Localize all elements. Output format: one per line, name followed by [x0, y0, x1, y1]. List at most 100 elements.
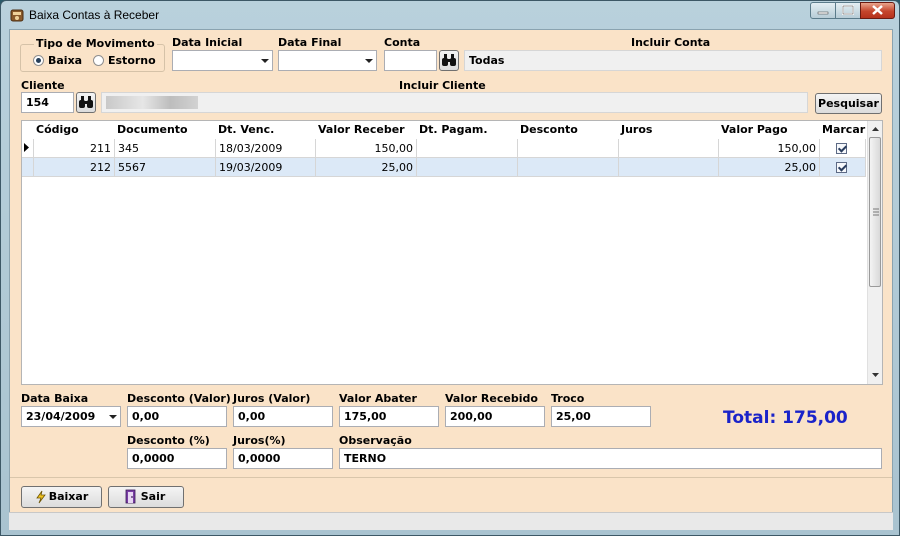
baixar-button[interactable]: Baixar [21, 486, 102, 508]
juros-pct-label: Juros(%) [233, 434, 286, 447]
divider [10, 477, 892, 478]
data-baixa-label: Data Baixa [21, 392, 89, 405]
sair-button[interactable]: Sair [108, 486, 184, 508]
desconto-pct-input[interactable]: 0,0000 [127, 448, 227, 469]
col-juros[interactable]: Juros [621, 123, 652, 136]
cell-documento[interactable]: 345 [115, 139, 216, 158]
valor-abater-input[interactable]: 175,00 [339, 406, 439, 427]
col-dt-venc[interactable]: Dt. Venc. [218, 123, 274, 136]
scroll-thumb[interactable] [869, 137, 881, 287]
binoculars-icon [79, 96, 93, 108]
minimize-button[interactable] [810, 2, 836, 19]
incluir-cliente-field[interactable] [101, 92, 808, 113]
radio-estorno-label[interactable]: Estorno [108, 54, 156, 67]
radio-estorno[interactable] [93, 55, 104, 66]
grip-icon [873, 208, 879, 216]
col-documento[interactable]: Documento [117, 123, 188, 136]
cell-marcar [820, 139, 866, 158]
data-inicial-label: Data Inicial [172, 36, 243, 49]
juros-pct-input[interactable]: 0,0000 [233, 448, 333, 469]
observacao-label: Observação [339, 434, 412, 447]
row-indicator [22, 158, 34, 177]
col-dt-pagam[interactable]: Dt. Pagam. [419, 123, 488, 136]
cell-valor-receber[interactable]: 150,00 [316, 139, 417, 158]
maximize-button[interactable] [835, 2, 861, 19]
radio-baixa[interactable] [33, 55, 44, 66]
cell-desconto[interactable] [518, 139, 619, 158]
juros-valor-input[interactable]: 0,00 [233, 406, 333, 427]
valor-recebido-input[interactable]: 200,00 [445, 406, 545, 427]
cell-marcar [820, 158, 866, 177]
chevron-down-icon [261, 59, 269, 63]
conta-label: Conta [384, 36, 421, 49]
contas-grid[interactable]: Código Documento Dt. Venc. Valor Receber… [21, 120, 883, 385]
baixar-label: Baixar [48, 490, 89, 503]
status-bar [9, 512, 893, 530]
valor-abater-label: Valor Abater [339, 392, 417, 405]
row-indicator [22, 139, 34, 158]
chevron-down-icon [365, 59, 373, 63]
pesquisar-button[interactable]: Pesquisar [815, 93, 882, 114]
cell-dt-pagam[interactable] [417, 139, 518, 158]
marcar-checkbox[interactable] [836, 162, 847, 173]
sair-label: Sair [140, 490, 166, 503]
window-title: Baixa Contas à Receber [29, 8, 160, 22]
desconto-valor-label: Desconto (Valor) [127, 392, 231, 405]
troco-input[interactable]: 25,00 [551, 406, 651, 427]
maximize-icon [842, 5, 854, 15]
troco-label: Troco [551, 392, 585, 405]
scroll-down-icon[interactable] [869, 369, 882, 381]
col-marcar[interactable]: Marcar [822, 123, 865, 136]
current-row-arrow-icon [24, 143, 29, 152]
tipo-movimento-label: Tipo de Movimento [34, 37, 157, 50]
grid-header: Código Documento Dt. Venc. Valor Receber… [22, 121, 866, 138]
cell-dt-venc[interactable]: 19/03/2009 [216, 158, 316, 177]
cell-codigo[interactable]: 211 [34, 139, 115, 158]
title-bar[interactable]: Baixa Contas à Receber [1, 1, 899, 29]
incluir-cliente-label: Incluir Cliente [399, 79, 486, 92]
data-baixa-dropdown[interactable]: 23/04/2009 [21, 406, 121, 427]
radio-baixa-label[interactable]: Baixa [48, 54, 82, 67]
incluir-conta-field[interactable]: Todas [464, 50, 882, 71]
redacted-block [106, 96, 198, 109]
data-inicial-dropdown[interactable] [172, 50, 273, 71]
cell-dt-venc[interactable]: 18/03/2009 [216, 139, 316, 158]
scroll-up-icon[interactable] [869, 123, 882, 135]
search-cliente-button[interactable] [76, 92, 96, 113]
chevron-down-icon [109, 415, 117, 419]
col-codigo[interactable]: Código [36, 123, 79, 136]
observacao-input[interactable]: TERNO [339, 448, 882, 469]
conta-input[interactable] [384, 50, 437, 71]
data-baixa-value: 23/04/2009 [26, 410, 96, 423]
cell-dt-pagam[interactable] [417, 158, 518, 177]
data-final-label: Data Final [278, 36, 342, 49]
col-valor-receber[interactable]: Valor Receber [318, 123, 405, 136]
col-valor-pago[interactable]: Valor Pago [721, 123, 788, 136]
cell-desconto[interactable] [518, 158, 619, 177]
form-body: Tipo de Movimento Baixa Estorno Data Ini… [9, 29, 893, 530]
cell-valor-pago[interactable]: 150,00 [719, 139, 820, 158]
search-conta-button[interactable] [439, 50, 459, 71]
cell-valor-receber[interactable]: 25,00 [316, 158, 417, 177]
incluir-conta-label: Incluir Conta [631, 36, 711, 49]
lightning-icon [36, 490, 46, 504]
cell-juros[interactable] [619, 158, 719, 177]
close-icon [872, 5, 883, 15]
marcar-checkbox[interactable] [836, 143, 847, 154]
cell-juros[interactable] [619, 139, 719, 158]
grid-scrollbar[interactable] [867, 121, 882, 384]
total-value: Total: 175,00 [723, 408, 848, 428]
data-final-dropdown[interactable] [278, 50, 377, 71]
cliente-label: Cliente [21, 79, 65, 92]
close-button[interactable] [860, 2, 895, 19]
cell-documento[interactable]: 5567 [115, 158, 216, 177]
col-desconto[interactable]: Desconto [520, 123, 578, 136]
cliente-input[interactable]: 154 [21, 92, 74, 113]
cell-codigo[interactable]: 212 [34, 158, 115, 177]
table-row[interactable]: 211 345 18/03/2009 150,00 150,00 [22, 139, 866, 158]
valor-recebido-label: Valor Recebido [445, 392, 538, 405]
cell-valor-pago[interactable]: 25,00 [719, 158, 820, 177]
desconto-valor-input[interactable]: 0,00 [127, 406, 227, 427]
binoculars-icon [442, 54, 456, 66]
table-row[interactable]: 212 5567 19/03/2009 25,00 25,00 [22, 158, 866, 177]
